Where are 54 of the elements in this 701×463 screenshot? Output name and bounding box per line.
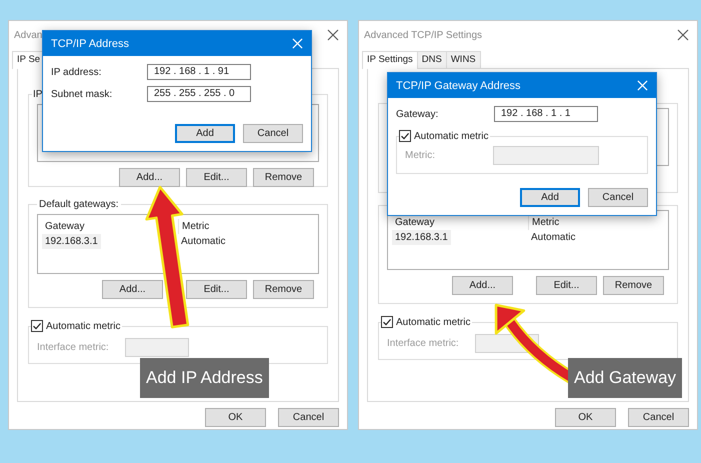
checkbox[interactable] — [31, 320, 43, 332]
ip-field[interactable]: 192 . 168 . 1 . 1 — [494, 106, 598, 122]
checkbox-label: Automatic metric — [46, 320, 120, 332]
dialog-button[interactable]: OK — [555, 408, 616, 427]
checkbox-label: Automatic metric — [396, 316, 470, 328]
list-cell: 192.168.3.1 — [392, 230, 451, 245]
close-icon[interactable] — [327, 29, 339, 41]
callout-label: Add IP Address — [140, 358, 269, 398]
field-label: Subnet mask: — [51, 88, 114, 100]
checkbox[interactable] — [399, 130, 411, 142]
dialog-button[interactable]: OK — [205, 408, 266, 427]
dialog-button[interactable]: Cancel — [628, 408, 689, 427]
list-button[interactable]: Remove — [253, 168, 314, 187]
dialog-button[interactable]: Add — [520, 188, 580, 207]
column-header[interactable]: Gateway — [392, 215, 438, 230]
window-title: Advan — [14, 30, 42, 40]
field-label: Gateway: — [396, 108, 440, 120]
ip-field[interactable]: 255 . 255 . 255 . 0 — [147, 86, 251, 102]
dialog-button[interactable]: Add — [175, 124, 235, 143]
dialog-title: TCP/IP Gateway Address — [396, 80, 521, 92]
dialog-title: TCP/IP Address — [51, 38, 130, 50]
input-field[interactable] — [124, 338, 189, 357]
list-button[interactable]: Edit... — [186, 168, 247, 187]
dialog-button[interactable]: Cancel — [278, 408, 339, 427]
dialog-button[interactable]: Cancel — [588, 188, 648, 207]
list-button[interactable]: Add... — [102, 280, 163, 299]
close-icon[interactable] — [677, 29, 689, 41]
list-cell-text: Automatic — [530, 231, 576, 245]
field-label: Interface metric: — [387, 338, 459, 349]
list-button[interactable]: Remove — [253, 280, 314, 299]
input-field[interactable] — [493, 146, 599, 165]
tab[interactable]: WINS — [446, 51, 481, 68]
window-title: Advanced TCP/IP Settings — [364, 30, 482, 40]
list-button[interactable]: Remove — [603, 276, 664, 295]
dialog-button[interactable]: Cancel — [243, 124, 303, 143]
checkbox[interactable] — [381, 316, 393, 328]
list-cell: 192.168.3.1 — [42, 234, 101, 249]
tab[interactable]: DNS — [416, 51, 447, 68]
group-label: IP — [32, 89, 44, 100]
list-button[interactable]: Add... — [452, 276, 513, 295]
callout-label: Add Gateway — [568, 358, 682, 398]
field-label: IP address: — [51, 66, 102, 78]
tab[interactable]: IP Settings — [362, 51, 418, 69]
list-button[interactable]: Add... — [119, 168, 180, 187]
field-label: Interface metric: — [37, 342, 109, 353]
column-header[interactable]: Metric — [178, 219, 212, 234]
list-button[interactable]: Edit... — [536, 276, 597, 295]
checkbox-label: Automatic metric — [414, 130, 488, 142]
list-cell-text: Automatic — [180, 235, 226, 249]
group-label: Default gateways: — [38, 199, 120, 210]
column-header[interactable]: Gateway — [42, 219, 88, 234]
list-button[interactable]: Edit... — [186, 280, 247, 299]
ip-field[interactable]: 192 . 168 . 1 . 91 — [147, 64, 251, 80]
field-label: Metric: — [405, 150, 435, 161]
